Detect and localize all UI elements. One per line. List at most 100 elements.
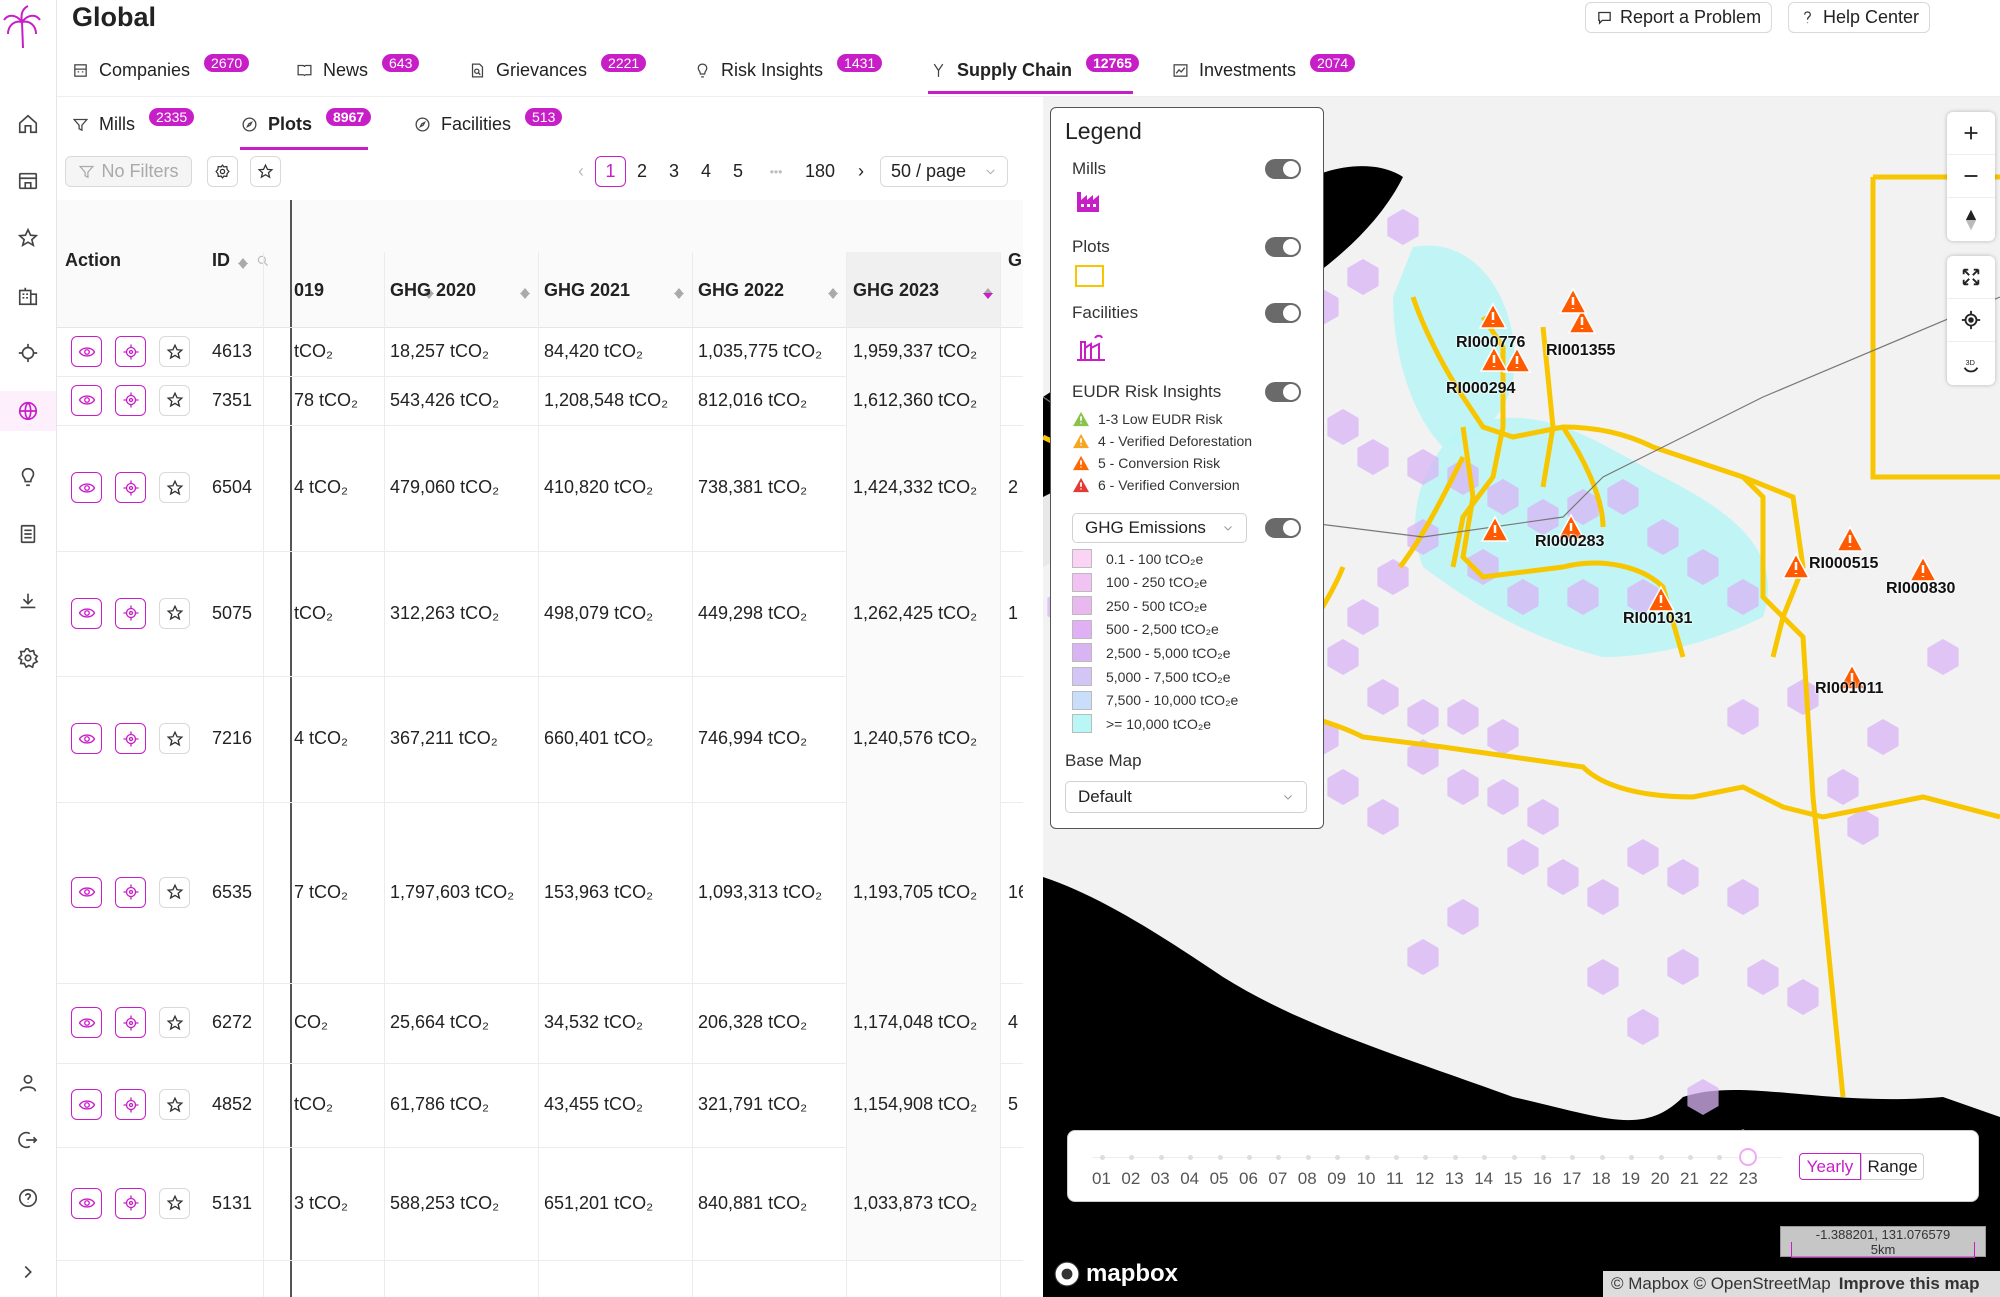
locate-on-map-button[interactable]: [115, 384, 146, 416]
3d-toggle-button[interactable]: 3D: [1947, 342, 1995, 385]
risk-marker-icon[interactable]: [1835, 525, 1865, 553]
locate-on-map-button[interactable]: [115, 723, 146, 754]
timeline-year-label[interactable]: 17: [1562, 1169, 1581, 1189]
subtab-mills[interactable]: Mills 2335: [72, 106, 195, 142]
column-settings-button[interactable]: [207, 156, 238, 187]
sidebar-download[interactable]: [0, 581, 56, 621]
pagination-prev[interactable]: ‹: [572, 156, 590, 187]
sidebar-profile[interactable]: [0, 1063, 56, 1103]
attribution-text[interactable]: © Mapbox © OpenStreetMap: [1611, 1274, 1831, 1294]
risk-marker-icon[interactable]: [1479, 345, 1509, 373]
sidebar-expand[interactable]: [0, 1252, 56, 1292]
eudr-toggle[interactable]: [1265, 382, 1301, 402]
mapbox-logo[interactable]: mapbox: [1054, 1260, 1178, 1288]
favorite-button[interactable]: [159, 1187, 190, 1219]
page-3[interactable]: 3: [664, 156, 684, 187]
favorite-button[interactable]: [159, 876, 190, 908]
risk-marker-label[interactable]: RI000283: [1535, 533, 1604, 551]
geolocate-button[interactable]: [1947, 299, 1995, 342]
tab-investments[interactable]: Investments 2074: [1172, 52, 1356, 88]
timeline-year-label[interactable]: 16: [1533, 1169, 1552, 1189]
timeline-tick[interactable]: [1658, 1155, 1664, 1160]
risk-marker-label[interactable]: RI000294: [1446, 380, 1515, 398]
timeline-tick[interactable]: [1305, 1155, 1311, 1160]
sidebar-favorites[interactable]: [0, 218, 56, 258]
timeline-tick[interactable]: [1100, 1155, 1105, 1160]
risk-marker-icon[interactable]: [1558, 287, 1588, 315]
timeline-tick[interactable]: [1247, 1155, 1252, 1160]
page-ellipsis[interactable]: •••: [758, 156, 794, 187]
favorite-button[interactable]: [159, 1007, 190, 1038]
timeline-tick[interactable]: [1482, 1155, 1488, 1160]
plots-toggle[interactable]: [1265, 237, 1301, 257]
timeline-year-label[interactable]: 15: [1504, 1169, 1523, 1189]
view-button[interactable]: [71, 1007, 102, 1038]
subtab-facilities[interactable]: Facilities 513: [414, 106, 563, 142]
timeline-year-label[interactable]: 03: [1151, 1169, 1170, 1189]
tab-risk-insights[interactable]: Risk Insights 1431: [694, 52, 883, 88]
risk-marker-icon[interactable]: [1908, 555, 1938, 583]
favorites-toggle-button[interactable]: [250, 156, 281, 187]
zoom-out-button[interactable]: [1947, 155, 1995, 198]
risk-marker-label[interactable]: RI001031: [1623, 610, 1692, 628]
timeline-year-label[interactable]: 11: [1386, 1169, 1404, 1189]
timeline-tick[interactable]: [1541, 1155, 1546, 1160]
timeline-handle[interactable]: [1739, 1148, 1757, 1166]
timeline-year-label[interactable]: 06: [1239, 1169, 1258, 1189]
sidebar-global[interactable]: [0, 391, 56, 431]
facilities-toggle[interactable]: [1265, 303, 1301, 323]
locate-on-map-button[interactable]: [115, 597, 146, 629]
favorite-button[interactable]: [159, 336, 190, 367]
page-1[interactable]: 1: [595, 156, 626, 187]
timeline-tick[interactable]: [1717, 1155, 1723, 1160]
resize-handle-icon[interactable]: ⋮⋮: [1017, 690, 1023, 707]
risk-marker-icon[interactable]: [1480, 515, 1510, 543]
locate-on-map-button[interactable]: [115, 336, 146, 367]
sidebar-settings[interactable]: [0, 638, 56, 678]
timeline-year-label[interactable]: 20: [1651, 1169, 1670, 1189]
compass-button[interactable]: [1947, 198, 1995, 241]
page-size-select[interactable]: 50 / page: [880, 156, 1008, 187]
sidebar-documents[interactable]: [0, 514, 56, 554]
timeline-tick[interactable]: [1158, 1155, 1164, 1160]
locate-on-map-button[interactable]: [115, 876, 146, 908]
timeline-year-label[interactable]: 09: [1327, 1169, 1346, 1189]
risk-marker-icon[interactable]: [1781, 552, 1811, 580]
tab-supply-chain[interactable]: Supply Chain 12765: [930, 52, 1139, 88]
range-mode-button[interactable]: Range: [1861, 1153, 1924, 1180]
timeline-tick[interactable]: [1364, 1155, 1370, 1160]
timeline-tick[interactable]: [1394, 1155, 1399, 1160]
timeline-tick[interactable]: [1511, 1155, 1517, 1160]
risk-marker-label[interactable]: RI001011: [1815, 680, 1884, 698]
timeline-tick[interactable]: [1276, 1155, 1282, 1160]
locate-on-map-button[interactable]: [115, 1007, 146, 1038]
sort-icon[interactable]: [828, 283, 838, 299]
timeline-tick[interactable]: [1688, 1155, 1693, 1160]
timeline-year-label[interactable]: 13: [1445, 1169, 1464, 1189]
tab-news[interactable]: News 643: [296, 52, 420, 88]
view-button[interactable]: [71, 1089, 102, 1120]
subtab-plots[interactable]: Plots 8967: [241, 106, 372, 142]
timeline-year-label[interactable]: 05: [1210, 1169, 1229, 1189]
timeline-year-label[interactable]: 01: [1092, 1169, 1111, 1189]
ghg-layer-select[interactable]: GHG Emissions: [1072, 513, 1247, 543]
timeline-tick[interactable]: [1570, 1155, 1576, 1160]
risk-marker-label[interactable]: RI001355: [1546, 342, 1615, 360]
timeline-tick[interactable]: [1188, 1155, 1194, 1160]
no-filters-button[interactable]: No Filters: [65, 156, 192, 187]
timeline-year-label[interactable]: 18: [1592, 1169, 1611, 1189]
header-id[interactable]: ID: [212, 250, 270, 271]
timeline-year-label[interactable]: 02: [1121, 1169, 1140, 1189]
timeline-tick[interactable]: [1452, 1155, 1458, 1160]
favorite-button[interactable]: [159, 597, 190, 629]
palm-logo-icon[interactable]: [2, 4, 42, 52]
timeline-year-label[interactable]: 12: [1415, 1169, 1434, 1189]
locate-on-map-button[interactable]: [115, 1089, 146, 1120]
timeline-year-label[interactable]: 23: [1739, 1169, 1758, 1189]
zoom-in-button[interactable]: [1947, 112, 1995, 155]
page-4[interactable]: 4: [696, 156, 716, 187]
risk-marker-icon[interactable]: [1646, 585, 1676, 613]
header-ghg-2023[interactable]: GHG 2023: [853, 280, 993, 301]
sort-icon[interactable]: [520, 283, 530, 299]
tab-grievances[interactable]: Grievances 2221: [469, 52, 647, 88]
